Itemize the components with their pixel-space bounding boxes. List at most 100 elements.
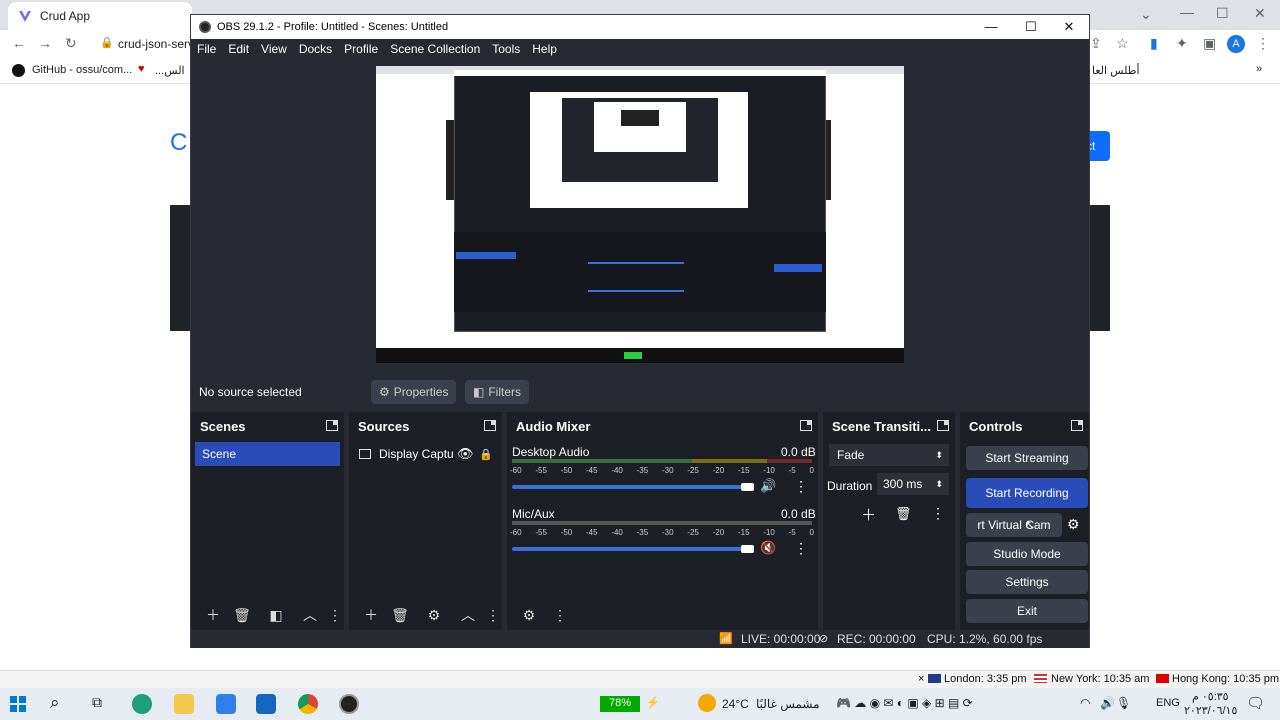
menu-docks[interactable]: Docks	[299, 42, 332, 56]
bookmark-item[interactable]: ...الس	[155, 64, 185, 77]
lock-icon[interactable]: 🔒	[479, 448, 493, 461]
chrome-tab[interactable]: Crud App	[8, 2, 192, 30]
obs-taskbar-icon[interactable]	[339, 694, 359, 714]
add-icon[interactable]: ＋	[861, 504, 876, 525]
address-bar[interactable]: crud-json-serv	[118, 37, 194, 51]
transition-select[interactable]: Fade ⬍	[829, 444, 949, 466]
chrome-icon[interactable]	[298, 694, 318, 714]
weather-text[interactable]: مشمس غالبًا	[756, 697, 820, 711]
scene-list-item[interactable]: Scene	[195, 442, 340, 466]
kebab-menu-icon[interactable]: ⋮	[1256, 35, 1270, 52]
extension-icon[interactable]: ▮	[1150, 35, 1158, 52]
charging-icon: ⚡	[646, 697, 660, 709]
avatar[interactable]: A	[1227, 35, 1245, 53]
more-icon[interactable]: ⋮	[794, 540, 808, 557]
reload-icon[interactable]: ↻	[65, 35, 77, 52]
undock-icon[interactable]	[937, 420, 949, 431]
menu-edit[interactable]: Edit	[228, 42, 249, 56]
search-icon[interactable]: ⌕	[50, 693, 60, 713]
volume-slider[interactable]	[512, 485, 752, 489]
add-icon[interactable]: ＋	[359, 605, 383, 625]
star-icon[interactable]: ☆	[1116, 35, 1129, 52]
more-icon[interactable]: ⋮	[553, 607, 567, 624]
updown-icon: ⬍	[935, 479, 943, 489]
edge-icon[interactable]	[132, 694, 152, 714]
maximize-icon[interactable]: ☐	[1216, 5, 1229, 22]
more-icon[interactable]: ⋮	[931, 505, 945, 522]
menu-help[interactable]: Help	[532, 42, 557, 56]
close-icon[interactable]: ✕	[1049, 15, 1089, 39]
trash-icon[interactable]: 🗑	[388, 607, 412, 624]
speaker-icon[interactable]: 🔊	[760, 478, 776, 494]
undock-icon[interactable]	[800, 420, 812, 431]
chevron-right-icon[interactable]: »	[1256, 63, 1262, 75]
notification-icon[interactable]: 🗨	[1246, 694, 1265, 712]
windows-start-icon[interactable]	[10, 696, 26, 712]
properties-button[interactable]: ⚙ Properties	[371, 380, 457, 404]
file-explorer-icon[interactable]	[174, 694, 194, 714]
wifi-icon[interactable]: ◠	[1080, 696, 1090, 710]
task-view-icon[interactable]: ⧉	[92, 694, 102, 711]
eye-icon[interactable]: 👁	[457, 446, 474, 462]
gear-icon[interactable]: ⚙	[422, 607, 446, 624]
start-recording-button[interactable]: Start Recording	[966, 478, 1088, 508]
chevron-up-icon[interactable]: ︿	[456, 605, 480, 625]
more-icon[interactable]: ⋮	[794, 478, 808, 495]
share-icon[interactable]: ⇪	[1090, 35, 1102, 52]
menu-view[interactable]: View	[261, 42, 287, 56]
chevron-up-icon[interactable]: ︿	[298, 605, 322, 625]
settings-button[interactable]: Settings	[966, 570, 1088, 594]
weather-sun-icon[interactable]	[698, 694, 716, 712]
tray-app-icons[interactable]: 🎮 ☁ ◉ ✉ ◐ ▣ ◈ ⊞ ▤ ⟳	[836, 696, 973, 710]
filter-icon[interactable]: ◧	[264, 607, 288, 624]
bookmark-item[interactable]: أطلس العا	[1092, 64, 1140, 77]
advanced-audio-icon[interactable]: ⚙	[517, 607, 541, 624]
forward-icon[interactable]: →	[38, 35, 52, 51]
speaker-muted-icon[interactable]: 🔇	[760, 540, 776, 556]
back-icon[interactable]: ←	[12, 35, 26, 51]
volume-slider-handle[interactable]	[741, 545, 754, 553]
menu-file[interactable]: File	[197, 42, 216, 56]
start-virtual-cam-button[interactable]: rt Virtual Cam	[966, 513, 1062, 537]
close-icon[interactable]: ✕	[1254, 5, 1266, 22]
virtual-cam-settings-gear-icon[interactable]: ⚙	[1067, 516, 1080, 533]
store-icon[interactable]	[216, 694, 236, 714]
undock-icon[interactable]	[484, 420, 496, 431]
puzzle-icon[interactable]: ✦	[1176, 35, 1188, 52]
taskbar-time[interactable]: ٠٥:٣٥ م	[1192, 690, 1229, 703]
battery-indicator[interactable]: 78%	[600, 696, 640, 712]
source-list-item[interactable]: Display Captu 👁 🔒	[353, 442, 498, 466]
more-icon[interactable]: ⋮	[328, 607, 342, 624]
menu-scene-collection[interactable]: Scene Collection	[390, 42, 480, 56]
undock-icon[interactable]	[1071, 420, 1083, 431]
menu-profile[interactable]: Profile	[344, 42, 378, 56]
taskbar-date[interactable]: ٢٠٢٣/٠٦/١٥	[1184, 704, 1237, 717]
volume-slider-handle[interactable]	[741, 483, 754, 491]
microphone-icon[interactable]: 🎙	[1116, 696, 1131, 710]
language-indicator[interactable]: ENG	[1156, 697, 1180, 709]
weather-temp[interactable]: 24°C	[722, 697, 749, 711]
clock-london: London: 3:35 pm	[944, 673, 1027, 685]
volume-slider[interactable]	[512, 547, 752, 551]
studio-mode-button[interactable]: Studio Mode	[966, 542, 1088, 566]
more-icon[interactable]: ⋮	[486, 607, 500, 624]
minimize-icon[interactable]: —	[971, 15, 1011, 39]
trash-icon[interactable]: 🗑	[895, 506, 912, 522]
trash-icon[interactable]: 🗑	[230, 607, 254, 624]
filters-button[interactable]: ◧ Filters	[465, 380, 530, 404]
menu-tools[interactable]: Tools	[492, 42, 520, 56]
sidepanel-icon[interactable]: ▣	[1203, 35, 1216, 52]
start-streaming-button[interactable]: Start Streaming	[966, 446, 1088, 470]
mail-icon[interactable]	[256, 694, 276, 714]
exit-button[interactable]: Exit	[966, 599, 1088, 623]
undock-icon[interactable]	[326, 420, 338, 431]
minimize-icon[interactable]: —	[1180, 4, 1194, 20]
duration-spinbox[interactable]: 300 ms ⬍	[877, 473, 949, 495]
close-icon[interactable]: ×	[918, 673, 924, 685]
preview-canvas[interactable]	[191, 59, 1089, 383]
chevron-down-icon[interactable]: ⌄	[1140, 6, 1152, 23]
add-icon[interactable]: ＋	[201, 605, 225, 625]
bookmark-item[interactable]: GitHub - ossu/com...	[32, 64, 132, 76]
volume-icon[interactable]: 🔊	[1100, 696, 1115, 710]
maximize-icon[interactable]: ☐	[1011, 15, 1051, 39]
